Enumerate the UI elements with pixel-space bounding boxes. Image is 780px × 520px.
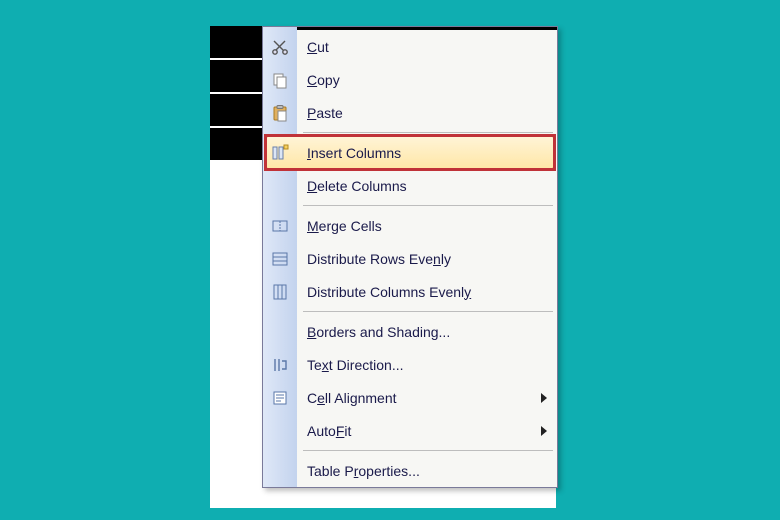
t: Distribute Rows Eve <box>307 251 433 267</box>
t: B <box>307 324 316 340</box>
table-selection <box>210 26 262 160</box>
t: y <box>464 284 471 300</box>
t: C <box>307 72 317 88</box>
menu-item-distribute-rows-evenly[interactable]: Distribute Rows Evenly <box>263 242 557 275</box>
t: Table P <box>307 463 354 479</box>
t: n <box>433 251 441 267</box>
scissors-icon <box>270 37 290 57</box>
table-properties-icon <box>270 461 290 481</box>
menu-item-paste[interactable]: Paste <box>263 96 557 129</box>
menu-item-copy[interactable]: Copy <box>263 63 557 96</box>
t: nsert Columns <box>311 145 401 161</box>
paste-icon <box>270 103 290 123</box>
delete-columns-icon <box>270 176 290 196</box>
distribute-rows-icon <box>270 249 290 269</box>
t: operties... <box>358 463 419 479</box>
menu-separator <box>263 308 557 315</box>
t: aste <box>316 105 342 121</box>
distribute-columns-icon <box>270 282 290 302</box>
t: it <box>344 423 351 439</box>
t: C <box>307 390 317 406</box>
insert-columns-icon <box>270 143 290 163</box>
t: P <box>307 105 316 121</box>
menu-item-autofit[interactable]: AutoFit <box>263 414 557 447</box>
menu-item-merge-cells[interactable]: Merge Cells <box>263 209 557 242</box>
t: M <box>307 218 319 234</box>
t: Distribute Columns Evenl <box>307 284 464 300</box>
menu-item-delete-columns[interactable]: Delete Columns <box>263 169 557 202</box>
menu-item-cut[interactable]: Cut <box>263 30 557 63</box>
t: Auto <box>307 423 336 439</box>
t: C <box>307 39 317 55</box>
t: ut <box>317 39 329 55</box>
menu-item-text-direction[interactable]: Text Direction... <box>263 348 557 381</box>
t: t Direction... <box>329 357 404 373</box>
menu-item-insert-columns[interactable]: Insert Columns <box>263 136 557 169</box>
menu-item-borders-shading[interactable]: Borders and Shading... <box>263 315 557 348</box>
menu-item-distribute-columns-evenly[interactable]: Distribute Columns Evenly <box>263 275 557 308</box>
t: erge Cells <box>319 218 382 234</box>
menu-separator <box>263 447 557 454</box>
t: opy <box>317 72 340 88</box>
submenu-arrow-icon <box>541 393 547 403</box>
t: e <box>317 390 325 406</box>
context-menu: Cut Copy Paste <box>262 26 558 488</box>
t: elete Columns <box>317 178 407 194</box>
merge-cells-icon <box>270 216 290 236</box>
t: ll Alignment <box>325 390 397 406</box>
t: x <box>322 357 329 373</box>
text-direction-icon <box>270 355 290 375</box>
menu-separator <box>263 129 557 136</box>
copy-icon <box>270 70 290 90</box>
t: Te <box>307 357 322 373</box>
autofit-icon <box>270 421 290 441</box>
menu-item-table-properties[interactable]: Table Properties... <box>263 454 557 487</box>
menu-separator <box>263 202 557 209</box>
borders-shading-icon <box>270 322 290 342</box>
document-area: Cut Copy Paste <box>210 26 556 508</box>
t: D <box>307 178 317 194</box>
t: ly <box>441 251 451 267</box>
submenu-arrow-icon <box>541 426 547 436</box>
t: orders and Shading... <box>316 324 450 340</box>
cell-alignment-icon <box>270 388 290 408</box>
menu-item-cell-alignment[interactable]: Cell Alignment <box>263 381 557 414</box>
